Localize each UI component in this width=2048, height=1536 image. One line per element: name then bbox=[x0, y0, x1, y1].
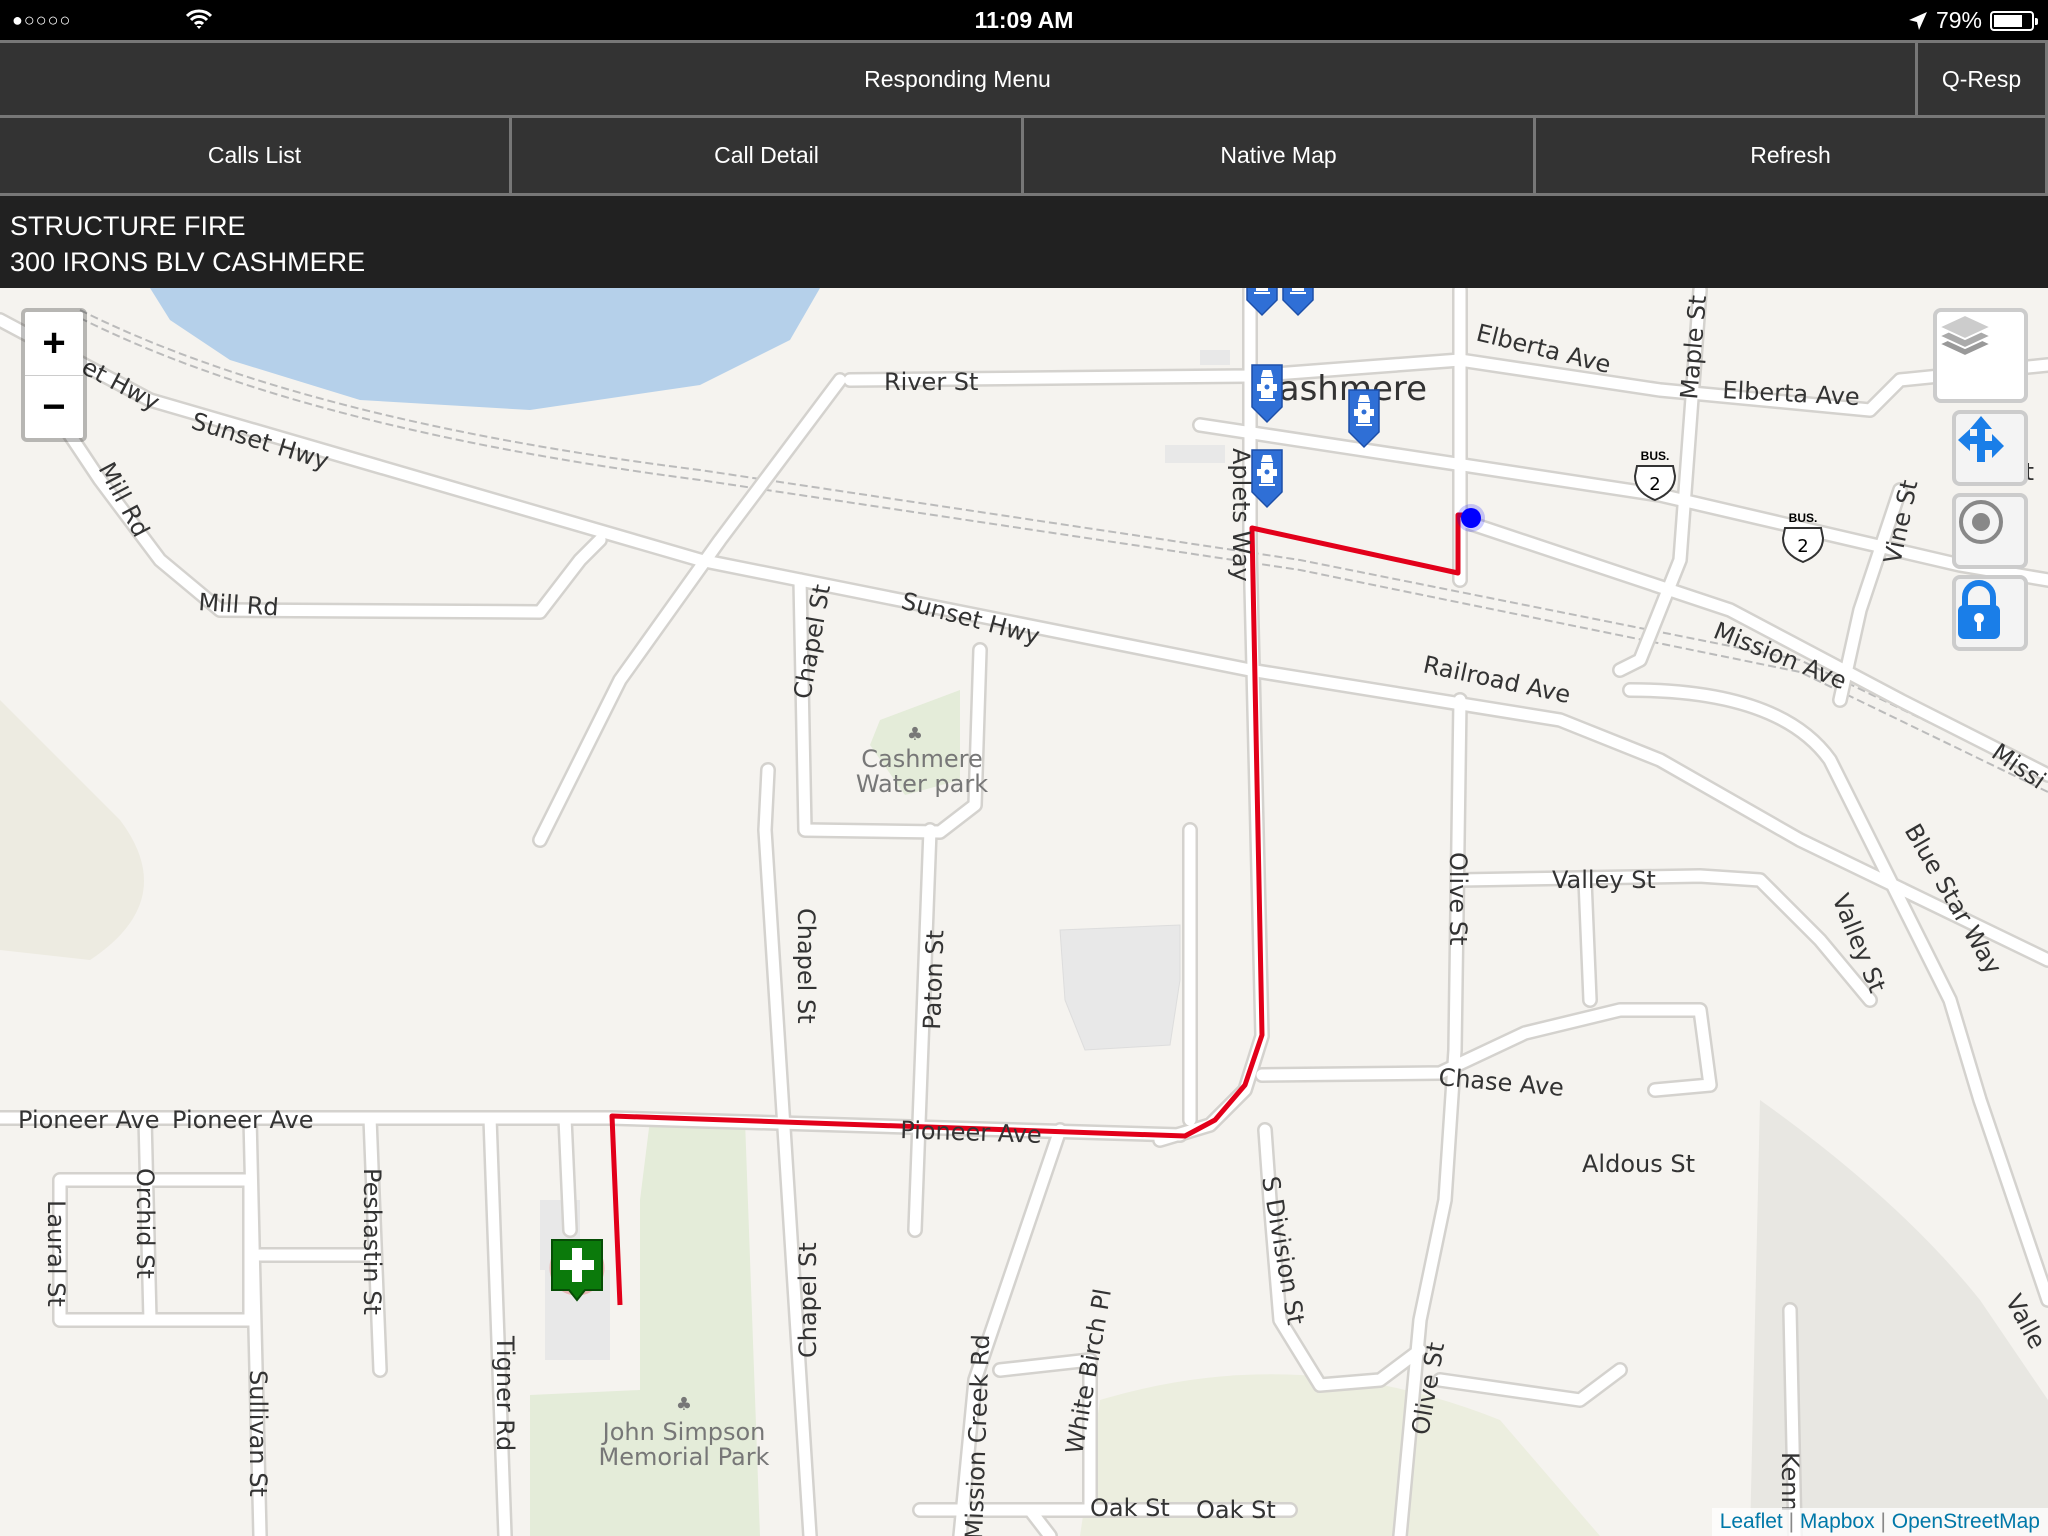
park-label: Cashmere bbox=[861, 745, 982, 773]
hydrant-marker[interactable] bbox=[1282, 288, 1314, 317]
park-tree-icon: ♣ bbox=[676, 1394, 692, 1415]
street-label: Orchid St bbox=[131, 1168, 159, 1279]
street-label: Aldous St bbox=[1582, 1150, 1695, 1178]
locate-me-button[interactable] bbox=[1952, 493, 2028, 569]
refresh-button[interactable]: Refresh bbox=[1533, 118, 2048, 193]
street-label: Aplets Way bbox=[1227, 448, 1255, 582]
zoom-out-button[interactable]: − bbox=[25, 375, 83, 438]
hydrant-marker[interactable] bbox=[1348, 389, 1380, 449]
street-label: Olive St bbox=[1444, 852, 1472, 945]
station-marker[interactable] bbox=[549, 1239, 605, 1302]
map-view[interactable]: et Hwy Sunset Hwy Sunset Hwy Mill Rd Mil… bbox=[0, 288, 2048, 1536]
street-label: S Division St bbox=[1256, 1174, 1310, 1327]
street-label: Laural St bbox=[42, 1200, 70, 1307]
status-bar: ●○○○○ 11:09 AM 79% bbox=[0, 0, 2048, 40]
lock-map-button[interactable] bbox=[1952, 575, 2028, 651]
battery-level bbox=[1994, 14, 2023, 27]
street-label: Missi bbox=[1987, 738, 2048, 795]
building bbox=[1200, 350, 1230, 365]
map-attribution: Leaflet | Mapbox | OpenStreetMap bbox=[1711, 1508, 2048, 1536]
call-address: 300 IRONS BLV CASHMERE bbox=[10, 247, 366, 277]
street-label: Sunset Hwy bbox=[898, 587, 1042, 651]
street-label: Pioneer Ave bbox=[172, 1106, 314, 1134]
call-type: STRUCTURE FIRE bbox=[10, 211, 246, 241]
street-label: Elberta Ave bbox=[1722, 376, 1861, 411]
svg-text:2: 2 bbox=[1649, 474, 1660, 495]
park-label: Water park bbox=[856, 770, 988, 798]
layers-button[interactable] bbox=[1933, 308, 2028, 403]
street-labels: et Hwy Sunset Hwy Sunset Hwy Mill Rd Mil… bbox=[18, 294, 2048, 1536]
layers-icon bbox=[1937, 313, 1993, 358]
street-label: Pioneer Ave bbox=[18, 1106, 160, 1134]
location-arrow-icon bbox=[1908, 11, 1927, 30]
locate-target-icon bbox=[1959, 500, 2003, 544]
zoom-controls: + − bbox=[21, 308, 87, 442]
park-tree-icon: ♣ bbox=[907, 724, 923, 745]
route-shield: BUS. 2 bbox=[1633, 449, 1677, 502]
svg-text:BUS.: BUS. bbox=[1641, 449, 1670, 463]
responding-menu-button[interactable]: Responding Menu bbox=[0, 43, 1915, 115]
directions-arrows-icon bbox=[1958, 416, 2004, 462]
q-resp-button[interactable]: Q-Resp bbox=[1915, 43, 2048, 115]
street-label: Mill Rd bbox=[198, 588, 280, 622]
calls-list-button[interactable]: Calls List bbox=[0, 118, 509, 193]
street-label: Paton St bbox=[918, 930, 949, 1031]
street-label: Valley St bbox=[1552, 866, 1656, 894]
hill-shade bbox=[0, 700, 144, 960]
street-label: Tigner Rd bbox=[491, 1335, 519, 1451]
svg-text:BUS.: BUS. bbox=[1789, 511, 1818, 525]
native-map-button[interactable]: Native Map bbox=[1021, 118, 1533, 193]
street-label: Chapel St bbox=[792, 908, 820, 1024]
street-label: Oak St bbox=[1196, 1496, 1276, 1524]
street-label: Mill Rd bbox=[93, 458, 155, 542]
openstreetmap-link[interactable]: OpenStreetMap bbox=[1892, 1510, 2040, 1533]
street-label: Maple St bbox=[1675, 294, 1712, 400]
call-info-panel: STRUCTURE FIRE 300 IRONS BLV CASHMERE bbox=[0, 196, 2048, 288]
road-network bbox=[0, 288, 2048, 1536]
mapbox-link[interactable]: Mapbox bbox=[1800, 1510, 1875, 1533]
street-label: Sullivan St bbox=[244, 1370, 272, 1497]
map-canvas[interactable]: et Hwy Sunset Hwy Sunset Hwy Mill Rd Mil… bbox=[0, 288, 2048, 1536]
clock: 11:09 AM bbox=[974, 7, 1074, 33]
battery-percent: 79% bbox=[1935, 7, 1982, 33]
street-label: Sunset Hwy bbox=[188, 407, 332, 475]
battery-icon bbox=[1990, 10, 2038, 31]
park-label: John Simpson bbox=[601, 1418, 766, 1446]
call-detail-button[interactable]: Call Detail bbox=[509, 118, 1021, 193]
route-shield: BUS. 2 bbox=[1781, 511, 1825, 564]
zoom-in-button[interactable]: + bbox=[25, 312, 83, 375]
route-directions-button[interactable] bbox=[1952, 410, 2028, 486]
responding-toolbar: Responding Menu Q-Resp bbox=[0, 40, 2048, 118]
svg-text:2: 2 bbox=[1797, 536, 1808, 557]
street-label: Oak St bbox=[1090, 1494, 1170, 1522]
building bbox=[1165, 445, 1225, 463]
lock-icon bbox=[1958, 580, 2000, 639]
status-right: 79% bbox=[1908, 7, 2038, 34]
nav-bar: Calls List Call Detail Native Map Refres… bbox=[0, 118, 2048, 196]
street-label: Kenn bbox=[1776, 1452, 1804, 1512]
current-location-marker bbox=[1457, 504, 1485, 532]
street-label: Pioneer Ave bbox=[900, 1116, 1042, 1149]
leaflet-link[interactable]: Leaflet bbox=[1720, 1510, 1783, 1533]
street-label: Chapel St bbox=[794, 1242, 822, 1358]
park-label: Memorial Park bbox=[599, 1443, 770, 1471]
street-label: Valley St bbox=[1826, 890, 1891, 997]
building bbox=[1059, 924, 1181, 1051]
street-label: River St bbox=[884, 368, 978, 396]
street-label: Peshastin St bbox=[358, 1168, 386, 1315]
street-label: et Hwy bbox=[77, 353, 164, 417]
river bbox=[150, 288, 820, 410]
